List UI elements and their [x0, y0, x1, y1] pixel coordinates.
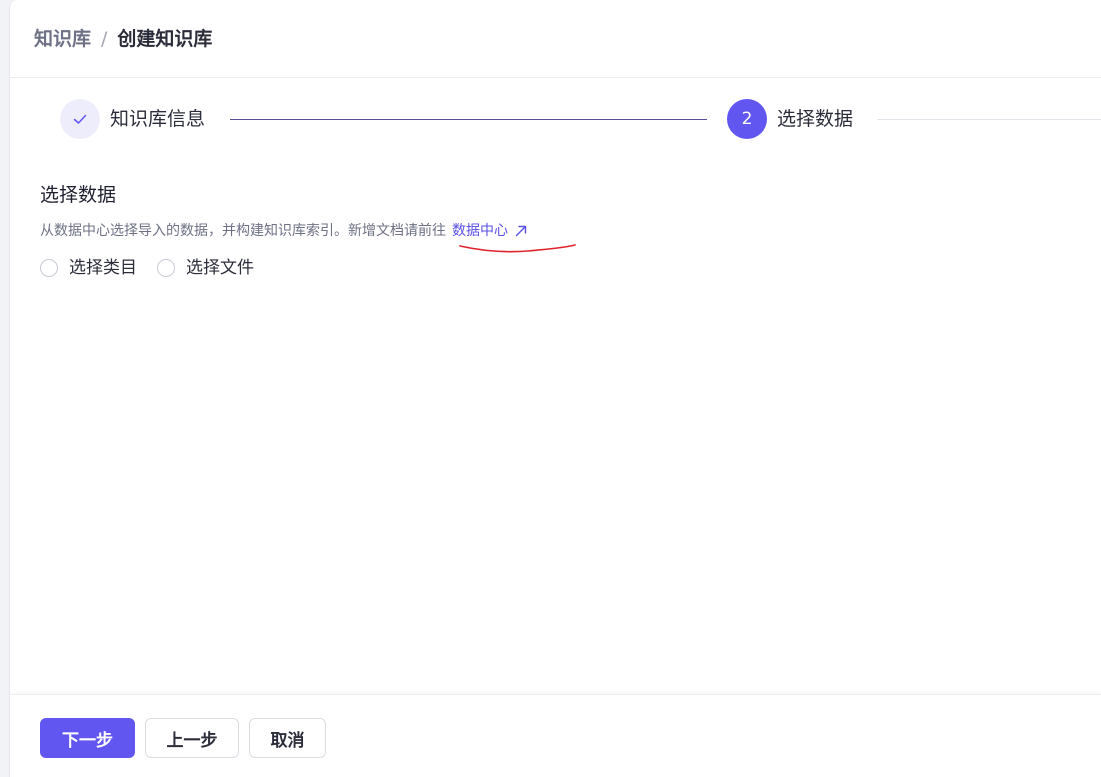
step-2-label: 选择数据: [777, 108, 854, 130]
page-header: 知识库 / 创建知识库: [10, 0, 1101, 78]
section-title: 选择数据: [40, 184, 117, 206]
external-arrow-icon: [515, 225, 527, 237]
radio-button[interactable]: [157, 259, 175, 277]
radio-label: 选择类目: [69, 258, 137, 278]
data-center-link-label: 数据中心: [452, 223, 508, 239]
radio-label: 选择文件: [186, 258, 254, 278]
step-2-number: 2: [741, 109, 753, 129]
section-description: 从数据中心选择导入的数据，并构建知识库索引。新增文档请前往 数据中心: [40, 220, 528, 242]
description-text: 从数据中心选择导入的数据，并构建知识库索引。新增文档请前往: [40, 223, 446, 239]
data-source-radio-group: 选择类目 选择文件: [40, 256, 274, 280]
step-connector-completed: [230, 119, 707, 120]
breadcrumb-root-link[interactable]: 知识库: [34, 26, 91, 52]
steps-progress: 知识库信息 2 选择数据: [60, 99, 1101, 139]
step-1-indicator: [60, 99, 100, 139]
cancel-button[interactable]: 取消: [249, 718, 326, 758]
breadcrumb-current: 创建知识库: [117, 28, 213, 50]
check-icon: [73, 114, 87, 124]
footer-actions: 下一步 上一步 取消: [10, 694, 1101, 777]
step-connector-pending: [877, 119, 1101, 120]
next-step-button[interactable]: 下一步: [40, 718, 135, 758]
radio-button[interactable]: [40, 259, 58, 277]
step-2-indicator: 2: [727, 99, 767, 139]
data-center-link[interactable]: 数据中心: [452, 220, 528, 242]
radio-select-file[interactable]: 选择文件: [157, 256, 254, 280]
radio-select-category[interactable]: 选择类目: [40, 256, 137, 280]
previous-step-button[interactable]: 上一步: [145, 718, 239, 758]
breadcrumb: 知识库 / 创建知识库: [34, 26, 212, 52]
step-1-label: 知识库信息: [110, 108, 206, 130]
main-panel: 知识库 / 创建知识库 知识库信息 2 选择数据 选择数据 从数据中心选择导入的…: [9, 0, 1101, 777]
breadcrumb-separator: /: [101, 28, 108, 50]
